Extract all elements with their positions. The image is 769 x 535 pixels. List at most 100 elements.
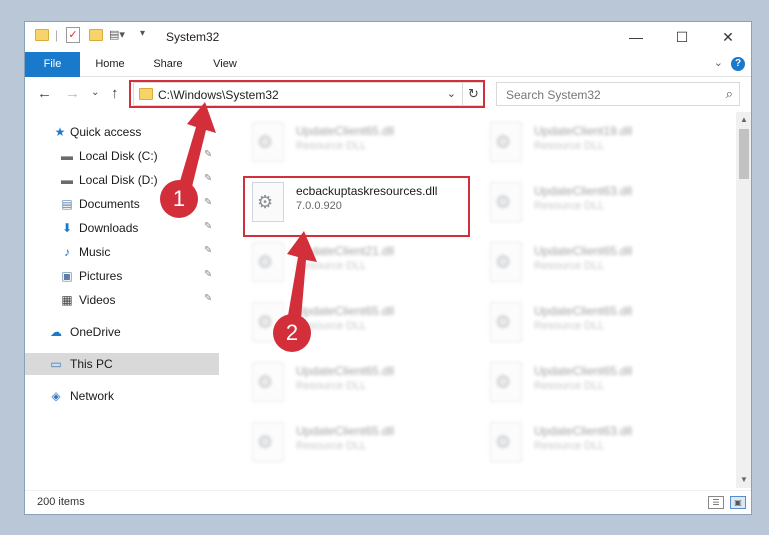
- large-icons-view-icon[interactable]: ▣: [730, 496, 746, 509]
- gear-icon: ⚙: [257, 252, 274, 272]
- folder-icon: [35, 29, 49, 41]
- file-name: UpdateClient65.dll: [296, 424, 395, 438]
- file-item[interactable]: ⚙ UpdateClient65.dll Resource DLL: [486, 298, 716, 350]
- ribbon-tabs: File Home Share View ⌄ ?: [25, 52, 751, 77]
- forward-button[interactable]: →: [65, 85, 80, 102]
- tab-home[interactable]: Home: [85, 52, 135, 77]
- file-description: Resource DLL: [534, 440, 605, 452]
- step-marker-1: 1: [160, 180, 198, 218]
- details-view-icon[interactable]: ☰: [708, 496, 724, 509]
- new-folder-icon[interactable]: [89, 29, 103, 41]
- gear-icon: ⚙: [495, 132, 512, 152]
- file-name: UpdateClient65.dll: [296, 124, 395, 138]
- drive-icon: ▬: [61, 149, 73, 163]
- sidebar-item-label: Local Disk (D:): [79, 173, 158, 187]
- qa-dropdown-icon[interactable]: ▾: [140, 28, 145, 39]
- pin-icon[interactable]: ✎: [204, 245, 212, 256]
- tab-share[interactable]: Share: [143, 52, 193, 77]
- file-highlight-box: [243, 176, 470, 237]
- dll-file-icon: ⚙: [252, 122, 284, 162]
- file-item[interactable]: ⚙ UpdateClient21.dll Resource DLL: [248, 238, 478, 290]
- vertical-scrollbar[interactable]: ▲ ▼: [736, 112, 751, 488]
- sidebar-item-label: Local Disk (C:): [79, 149, 158, 163]
- gear-icon: ⚙: [257, 432, 274, 452]
- file-item[interactable]: ⚙ UpdateClient65.dll Resource DLL: [486, 358, 716, 410]
- pin-icon[interactable]: ✎: [204, 197, 212, 208]
- separator: |: [55, 28, 59, 42]
- sidebar-item-label: Network: [70, 389, 115, 403]
- up-button[interactable]: ↑: [111, 85, 119, 102]
- sidebar-item-quick-access[interactable]: ★ Quick access: [25, 121, 219, 143]
- search-box[interactable]: Search System32 ⌕: [496, 82, 740, 106]
- dll-file-icon: ⚙: [252, 422, 284, 462]
- recent-locations-button[interactable]: ⌄: [91, 87, 99, 98]
- title-bar: | ✓ ▤▾ ▾ System32 — ☐ ✕: [25, 22, 751, 52]
- address-highlight-box: [129, 80, 485, 108]
- pin-icon[interactable]: ✎: [204, 269, 212, 280]
- close-button[interactable]: ✕: [705, 22, 751, 52]
- tab-view[interactable]: View: [200, 52, 250, 77]
- file-item[interactable]: ⚙ UpdateClient65.dll Resource DLL: [248, 358, 478, 410]
- gear-icon: ⚙: [495, 312, 512, 332]
- star-icon: ★: [54, 125, 66, 139]
- file-item[interactable]: ⚙ UpdateClient63.dll Resource DLL: [486, 418, 716, 470]
- sidebar-item-label: Videos: [79, 293, 116, 307]
- sidebar-item-network[interactable]: ◈ Network: [25, 385, 219, 407]
- scroll-up-icon[interactable]: ▲: [736, 112, 751, 128]
- file-description: Resource DLL: [296, 440, 367, 452]
- file-name: UpdateClient65.dll: [534, 304, 633, 318]
- file-description: Resource DLL: [296, 140, 367, 152]
- search-input[interactable]: Search System32: [506, 88, 601, 102]
- sidebar-item-label: Pictures: [79, 269, 123, 283]
- help-icon[interactable]: ?: [731, 57, 745, 71]
- file-item[interactable]: ⚙ UpdateClient65.dll Resource DLL: [248, 418, 478, 470]
- pin-icon[interactable]: ✎: [204, 221, 212, 232]
- videos-icon: ▦: [61, 293, 73, 307]
- pin-icon[interactable]: ✎: [204, 149, 212, 160]
- computer-icon: ▭: [50, 357, 62, 371]
- gear-icon: ⚙: [495, 372, 512, 392]
- scroll-thumb[interactable]: [739, 129, 749, 179]
- file-list: ⚙ UpdateClient65.dll Resource DLL ⚙ Upda…: [220, 112, 736, 488]
- file-description: Resource DLL: [534, 320, 605, 332]
- sidebar-item-onedrive[interactable]: ☁ OneDrive: [25, 321, 219, 343]
- file-item[interactable]: ⚙ UpdateClient65.dll Resource DLL: [248, 118, 478, 170]
- file-item[interactable]: ⚙ UpdateClient65.dll Resource DLL: [486, 238, 716, 290]
- sidebar-item-label: Music: [79, 245, 111, 259]
- file-name: UpdateClient65.dll: [534, 364, 633, 378]
- search-icon[interactable]: ⌕: [726, 86, 733, 102]
- sidebar-item-music[interactable]: ♪ Music ✎: [25, 241, 219, 263]
- tab-file[interactable]: File: [25, 52, 80, 77]
- properties-icon[interactable]: ✓: [66, 27, 80, 43]
- dll-file-icon: ⚙: [252, 362, 284, 402]
- file-item[interactable]: ⚙ UpdateClient63.dll Resource DLL: [486, 178, 716, 230]
- file-description: Resource DLL: [296, 380, 367, 392]
- sidebar-item-label: Quick access: [70, 125, 142, 139]
- file-description: Resource DLL: [296, 260, 367, 272]
- file-description: Resource DLL: [534, 260, 605, 272]
- pin-icon[interactable]: ✎: [204, 173, 212, 184]
- sidebar-item-pictures[interactable]: ▣ Pictures ✎: [25, 265, 219, 287]
- sidebar-item-this-pc[interactable]: ▭ This PC: [25, 353, 219, 375]
- drive-icon: ▬: [61, 173, 73, 187]
- dll-file-icon: ⚙: [490, 182, 522, 222]
- expand-ribbon-icon[interactable]: ⌄: [714, 56, 723, 69]
- sidebar-item-label: This PC: [70, 357, 113, 371]
- cloud-icon: ☁: [50, 325, 62, 339]
- customize-qa-icon[interactable]: ▤▾: [109, 28, 125, 41]
- scroll-down-icon[interactable]: ▼: [736, 472, 751, 488]
- status-bar: 200 items ☰ ▣: [25, 490, 751, 514]
- sidebar-item-videos[interactable]: ▦ Videos ✎: [25, 289, 219, 311]
- back-button[interactable]: ←: [37, 85, 52, 102]
- documents-icon: ▤: [61, 197, 73, 211]
- file-item[interactable]: ⚙ UpdateClient19.dll Resource DLL: [486, 118, 716, 170]
- window-title: System32: [166, 30, 220, 44]
- minimize-button[interactable]: —: [613, 22, 659, 52]
- item-count: 200 items: [37, 496, 85, 508]
- maximize-button[interactable]: ☐: [659, 22, 705, 52]
- step-marker-2: 2: [273, 314, 311, 352]
- sidebar-item-local-disk-c[interactable]: ▬ Local Disk (C:) ✎: [25, 145, 219, 167]
- sidebar-item-downloads[interactable]: ⬇ Downloads ✎: [25, 217, 219, 239]
- pin-icon[interactable]: ✎: [204, 293, 212, 304]
- music-icon: ♪: [64, 245, 70, 259]
